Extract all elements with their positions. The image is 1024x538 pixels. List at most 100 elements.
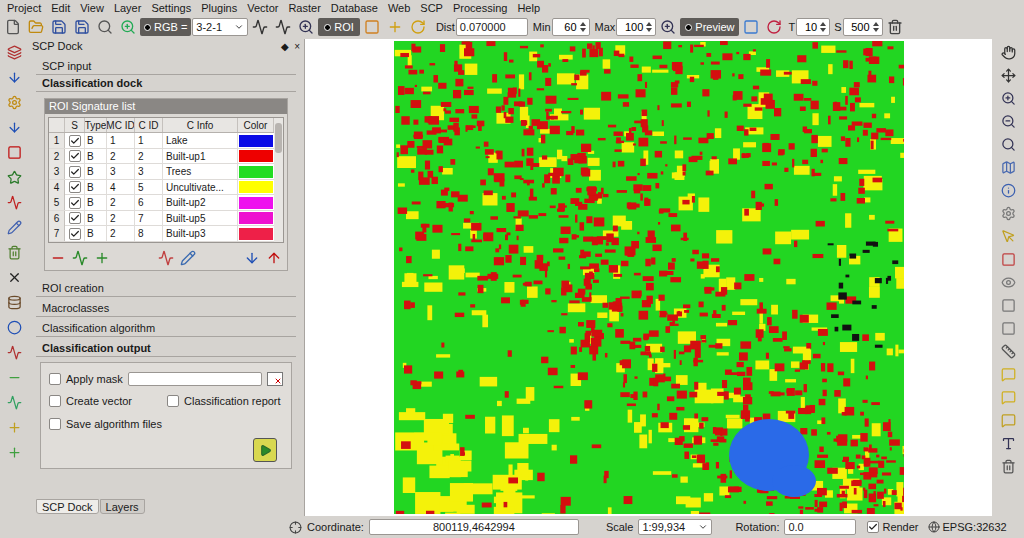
roi-draw-icon[interactable] — [361, 16, 383, 38]
dock-subsection[interactable]: Classification algorithm — [36, 321, 296, 337]
roi-toggle[interactable]: ROI — [318, 18, 360, 36]
column-header[interactable]: Color — [238, 118, 274, 132]
classification-map[interactable] — [394, 41, 904, 514]
map-tool-icon[interactable] — [997, 87, 1019, 109]
menu-item[interactable]: View — [75, 1, 109, 15]
class-color-swatch[interactable] — [239, 150, 273, 162]
zoom-icon[interactable] — [117, 16, 139, 38]
merge-icon[interactable] — [69, 247, 91, 269]
class-color-swatch[interactable] — [239, 135, 273, 147]
row-checkbox[interactable] — [69, 150, 81, 162]
row-checkbox[interactable] — [69, 135, 81, 147]
row-checkbox[interactable] — [69, 166, 81, 178]
tool-icon[interactable] — [3, 41, 25, 63]
import-icon[interactable] — [241, 247, 263, 269]
map-tool-icon[interactable] — [997, 340, 1019, 362]
dock-section-tab[interactable]: SCP input — [36, 58, 296, 75]
menu-item[interactable]: Project — [2, 1, 46, 15]
option-checkbox[interactable] — [49, 418, 61, 430]
signature-row[interactable]: 7B28Built-up3 — [49, 226, 274, 242]
reset-mask-icon[interactable] — [267, 372, 283, 386]
remove-icon[interactable] — [47, 247, 69, 269]
dist-field[interactable]: 0.070000 — [456, 18, 528, 36]
curve2-icon[interactable] — [272, 16, 294, 38]
signature-row[interactable]: 3B33Trees — [49, 164, 274, 180]
map-tool-icon[interactable] — [997, 455, 1019, 477]
row-checkbox[interactable] — [69, 181, 81, 193]
plot-icon[interactable] — [155, 247, 177, 269]
map-tool-icon[interactable] — [997, 248, 1019, 270]
dock-tab[interactable]: Layers — [100, 499, 145, 514]
tool-icon[interactable] — [3, 116, 25, 138]
spin-arrows-icon[interactable] — [645, 20, 653, 34]
map-tool-icon[interactable] — [997, 156, 1019, 178]
menu-item[interactable]: Plugins — [196, 1, 242, 15]
tool-icon[interactable] — [3, 316, 25, 338]
roi-add-icon[interactable] — [384, 16, 406, 38]
tool-icon[interactable] — [3, 191, 25, 213]
map-tool-icon[interactable] — [997, 317, 1019, 339]
row-checkbox[interactable] — [69, 212, 81, 224]
run-button[interactable] — [253, 438, 277, 462]
export-icon[interactable] — [263, 247, 285, 269]
zoom-preview-icon[interactable] — [657, 16, 679, 38]
scale-select[interactable]: 1:99,934 — [638, 519, 712, 535]
max-field[interactable]: 100 — [616, 18, 656, 36]
tool-icon[interactable] — [3, 241, 25, 263]
signature-row[interactable]: 1B11Lake — [49, 133, 274, 149]
column-header[interactable]: C ID — [135, 118, 163, 132]
dock-subsection[interactable]: ROI creation — [36, 281, 296, 297]
mask-field[interactable] — [128, 372, 262, 386]
menu-item[interactable]: Settings — [146, 1, 196, 15]
curve-icon[interactable] — [249, 16, 271, 38]
tool-icon[interactable] — [3, 416, 25, 438]
tool-icon[interactable] — [3, 66, 25, 88]
row-checkbox[interactable] — [69, 228, 81, 240]
column-header[interactable]: Type — [85, 118, 107, 132]
tool-icon[interactable] — [3, 91, 25, 113]
signature-row[interactable]: 2B22Built-up1 — [49, 149, 274, 165]
save-as-icon[interactable] — [71, 16, 93, 38]
zoom-roi-icon[interactable] — [295, 16, 317, 38]
map-tool-icon[interactable] — [997, 133, 1019, 155]
row-checkbox[interactable] — [69, 197, 81, 209]
tool-icon[interactable] — [3, 216, 25, 238]
map-tool-icon[interactable] — [997, 41, 1019, 63]
spin-arrows-icon[interactable] — [872, 20, 880, 34]
tool-icon[interactable] — [3, 391, 25, 413]
tool-icon[interactable] — [3, 141, 25, 163]
signature-row[interactable]: 5B26Built-up2 — [49, 195, 274, 211]
signature-row[interactable]: 4B45Uncultivate... — [49, 180, 274, 196]
menu-item[interactable]: Vector — [242, 1, 283, 15]
menu-item[interactable]: Processing — [448, 1, 512, 15]
clear-icon[interactable] — [884, 16, 906, 38]
menu-item[interactable]: Web — [383, 1, 415, 15]
column-header[interactable]: S — [65, 118, 85, 132]
open-icon[interactable] — [25, 16, 47, 38]
menu-item[interactable]: Edit — [46, 1, 75, 15]
rgb-select[interactable]: 3-2-1 — [192, 18, 248, 36]
crs-button[interactable]: EPSG:32632 — [928, 519, 1007, 536]
menu-item[interactable]: Help — [512, 1, 545, 15]
tool-icon[interactable] — [3, 366, 25, 388]
classes-icon[interactable] — [740, 16, 762, 38]
class-color-swatch[interactable] — [239, 166, 273, 178]
column-header[interactable]: C Info — [163, 118, 238, 132]
coordinate-field[interactable]: 800119,4642994 — [369, 519, 579, 535]
tool-icon[interactable] — [3, 166, 25, 188]
option-checkbox[interactable] — [49, 373, 61, 385]
spin-arrows-icon[interactable] — [819, 20, 827, 34]
dock-tab[interactable]: SCP Dock — [36, 499, 99, 514]
signature-row[interactable]: 6B27Built-up5 — [49, 211, 274, 227]
dock-title-button[interactable]: × — [294, 39, 300, 54]
menu-item[interactable]: Raster — [283, 1, 325, 15]
class-color-swatch[interactable] — [239, 212, 273, 224]
map-tool-icon[interactable] — [997, 64, 1019, 86]
redo-icon[interactable] — [407, 16, 429, 38]
tool-icon[interactable] — [3, 266, 25, 288]
map-tool-icon[interactable] — [997, 386, 1019, 408]
menu-item[interactable]: Layer — [109, 1, 147, 15]
map-tool-icon[interactable] — [997, 363, 1019, 385]
dock-subsection[interactable]: Classification output — [36, 341, 296, 357]
t-field[interactable]: 10 — [796, 18, 830, 36]
